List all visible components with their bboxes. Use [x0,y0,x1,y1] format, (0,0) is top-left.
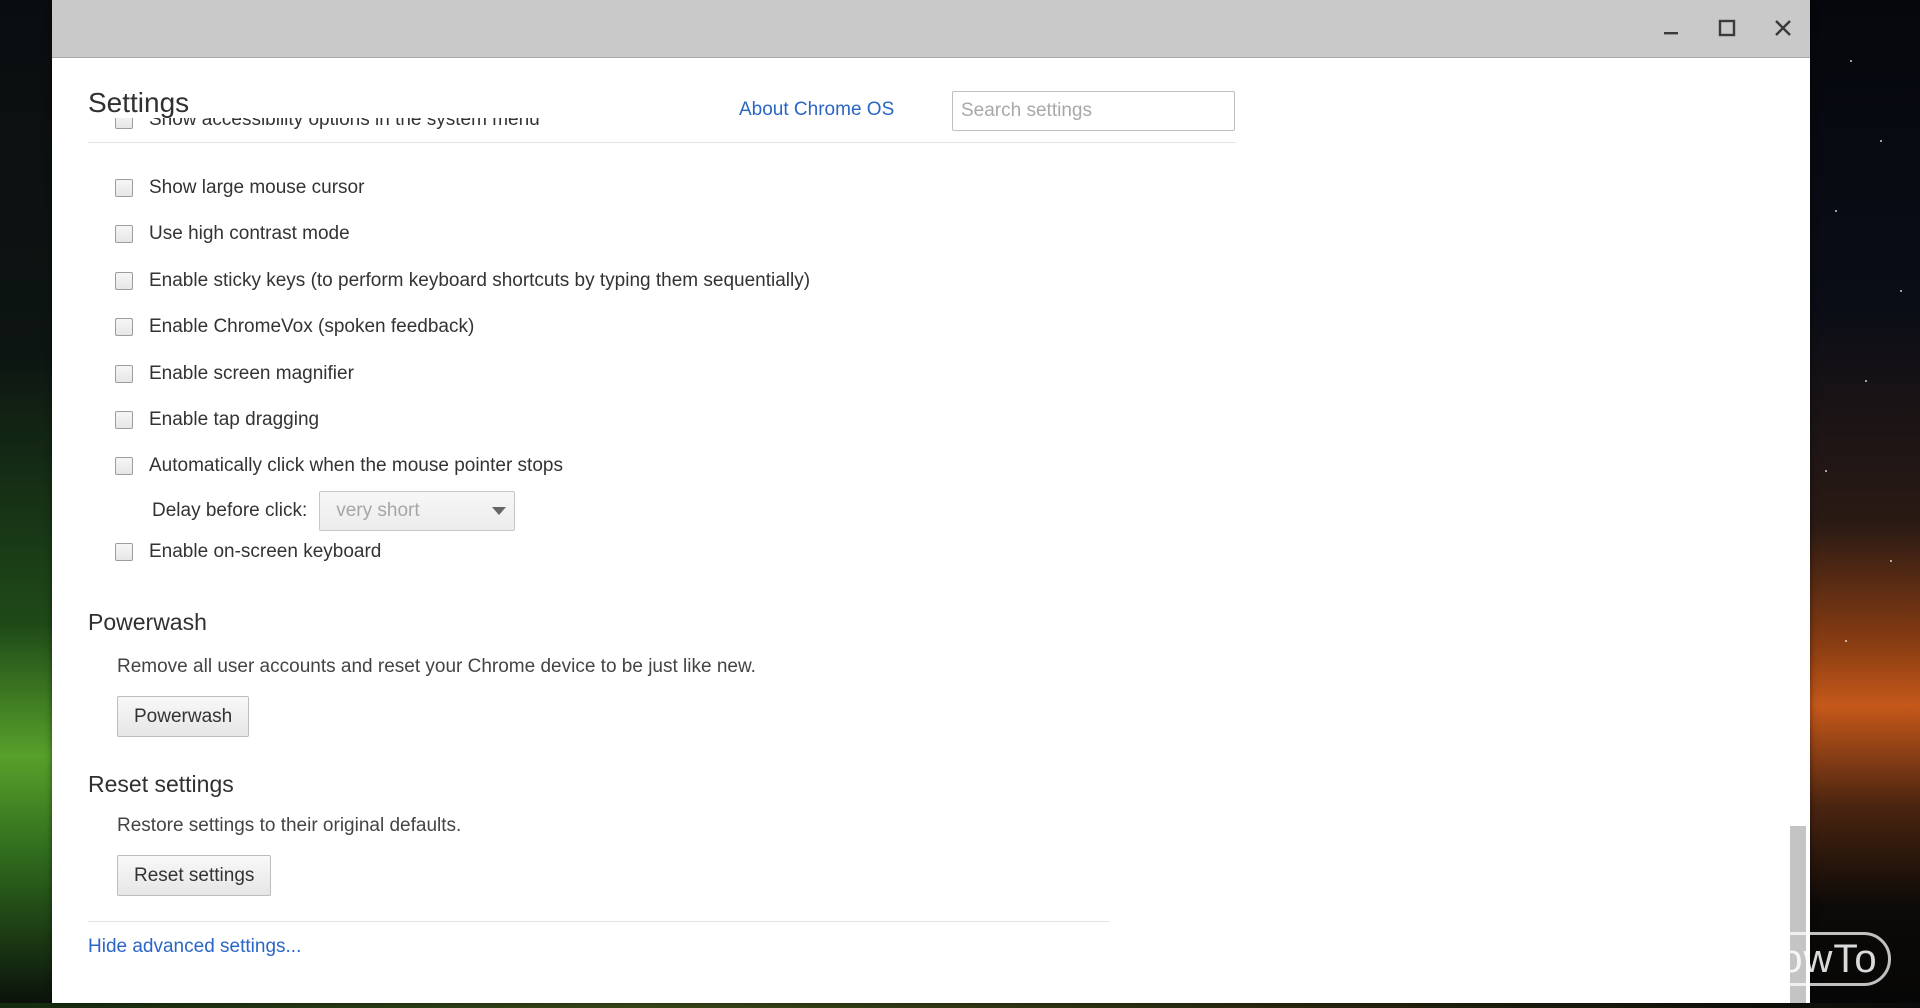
settings-window: Settings About Chrome OS Show accessibil… [52,0,1810,1003]
checkbox[interactable] [115,318,133,336]
wallpaper-right [1810,0,1920,1008]
checkbox-label: Enable screen magnifier [149,363,354,384]
checkbox[interactable] [115,543,133,561]
checkbox-label: Enable ChromeVox (spoken feedback) [149,316,475,337]
delay-select-value: very short [336,500,420,521]
reset-settings-description: Restore settings to their original defau… [117,815,462,836]
option-onscreen-keyboard[interactable]: Enable on-screen keyboard [115,537,381,567]
checkbox-label: Show accessibility options in the system… [149,118,540,130]
powerwash-title: Powerwash [88,609,207,635]
reset-settings-title: Reset settings [88,771,234,797]
maximize-button[interactable] [1711,12,1743,44]
checkbox[interactable] [115,179,133,197]
option-screen-magnifier[interactable]: Enable screen magnifier [115,359,354,389]
checkbox[interactable] [115,118,133,129]
checkbox-label: Automatically click when the mouse point… [149,455,563,476]
powerwash-button[interactable]: Powerwash [117,696,250,737]
option-large-mouse-cursor[interactable]: Show large mouse cursor [115,173,364,203]
checkbox-label: Use high contrast mode [149,223,350,244]
howto-watermark-logo: HowTo [1737,932,1891,986]
checkbox[interactable] [115,272,133,290]
checkbox-label: Enable on-screen keyboard [149,541,382,562]
checkbox[interactable] [115,411,133,429]
delay-label: Delay before click: [152,500,308,521]
option-auto-click[interactable]: Automatically click when the mouse point… [115,451,563,481]
checkbox[interactable] [115,365,133,383]
wallpaper-left [0,0,52,1008]
delay-before-click-row: Delay before click: very short [152,491,516,531]
option-tap-dragging[interactable]: Enable tap dragging [115,405,319,435]
option-sticky-keys[interactable]: Enable sticky keys (to perform keyboard … [115,266,810,296]
close-icon [1773,18,1793,38]
checkbox-label: Enable tap dragging [149,409,320,430]
settings-content[interactable]: Settings About Chrome OS Show accessibil… [52,58,1810,1003]
powerwash-description: Remove all user accounts and reset your … [117,656,756,677]
minimize-button[interactable] [1655,12,1687,44]
option-chromevox[interactable]: Enable ChromeVox (spoken feedback) [115,312,474,342]
reset-settings-button[interactable]: Reset settings [117,855,272,896]
minimize-icon [1661,18,1681,38]
chevron-down-icon [492,507,507,515]
clipped-row-container: Show accessibility options in the system… [52,118,1810,143]
checkbox[interactable] [115,457,133,475]
option-high-contrast[interactable]: Use high contrast mode [115,219,350,249]
footer-divider [88,921,1110,922]
accessibility-option-system-menu[interactable]: Show accessibility options in the system… [115,118,540,135]
close-button[interactable] [1767,12,1799,44]
hide-advanced-settings-link[interactable]: Hide advanced settings... [88,936,301,958]
checkbox-label: Enable sticky keys (to perform keyboard … [149,270,811,291]
page-title: Settings [88,87,190,118]
checkbox-label: Show large mouse cursor [149,177,365,198]
maximize-icon [1717,18,1737,38]
window-titlebar[interactable] [52,0,1810,58]
checkbox[interactable] [115,225,133,243]
delay-select[interactable]: very short [319,491,516,531]
wallpaper-bottom [0,1003,1920,1008]
